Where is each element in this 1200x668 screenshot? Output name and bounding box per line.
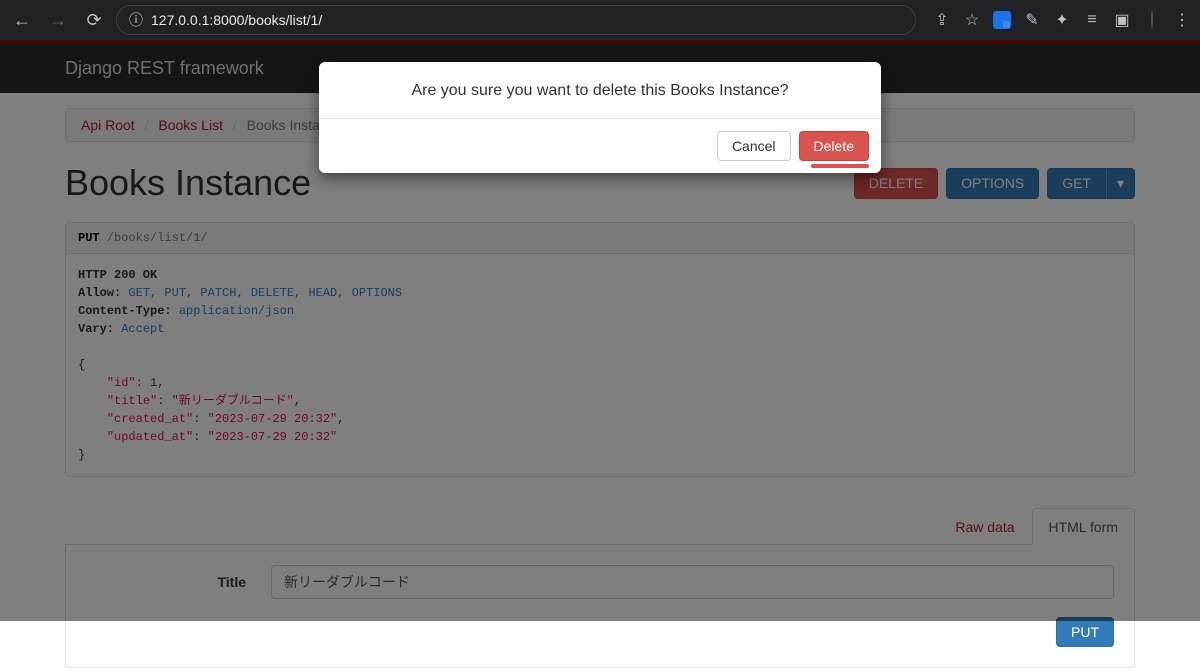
profile-avatar[interactable] xyxy=(1142,11,1162,29)
modal-footer: Cancel Delete xyxy=(319,118,881,173)
modal-message: Are you sure you want to delete this Boo… xyxy=(319,62,881,118)
reading-list-icon[interactable]: ≡ xyxy=(1082,11,1102,29)
translate-ext-icon[interactable] xyxy=(992,11,1012,29)
modal-cancel-button[interactable]: Cancel xyxy=(717,131,791,161)
extensions-icon[interactable]: ✦ xyxy=(1052,10,1072,30)
browser-toolbar: ← → ⟳ ⓘ 127.0.0.1:8000/books/list/1/ ⇪ ☆… xyxy=(0,0,1200,40)
url-text: 127.0.0.1:8000/books/list/1/ xyxy=(151,12,322,28)
site-info-icon[interactable]: ⓘ xyxy=(129,10,143,30)
back-button[interactable]: ← xyxy=(8,10,36,31)
pen-ext-icon[interactable]: ✎ xyxy=(1022,10,1042,30)
kebab-menu-icon[interactable]: ⋮ xyxy=(1172,10,1192,30)
url-bar[interactable]: ⓘ 127.0.0.1:8000/books/list/1/ xyxy=(116,5,916,35)
reload-button[interactable]: ⟳ xyxy=(80,10,108,31)
modal-delete-button[interactable]: Delete xyxy=(799,131,869,161)
put-submit-button[interactable]: PUT xyxy=(1056,617,1114,647)
forward-button[interactable]: → xyxy=(44,10,72,31)
annotation-underline xyxy=(811,164,869,168)
bookmark-star-icon[interactable]: ☆ xyxy=(962,10,982,30)
share-icon[interactable]: ⇪ xyxy=(932,10,952,30)
toolbar-right: ⇪ ☆ ✎ ✦ ≡ ▣ ⋮ xyxy=(924,10,1192,30)
form-actions: PUT xyxy=(86,617,1114,647)
side-panel-icon[interactable]: ▣ xyxy=(1112,10,1132,30)
confirm-delete-modal: Are you sure you want to delete this Boo… xyxy=(319,62,881,173)
